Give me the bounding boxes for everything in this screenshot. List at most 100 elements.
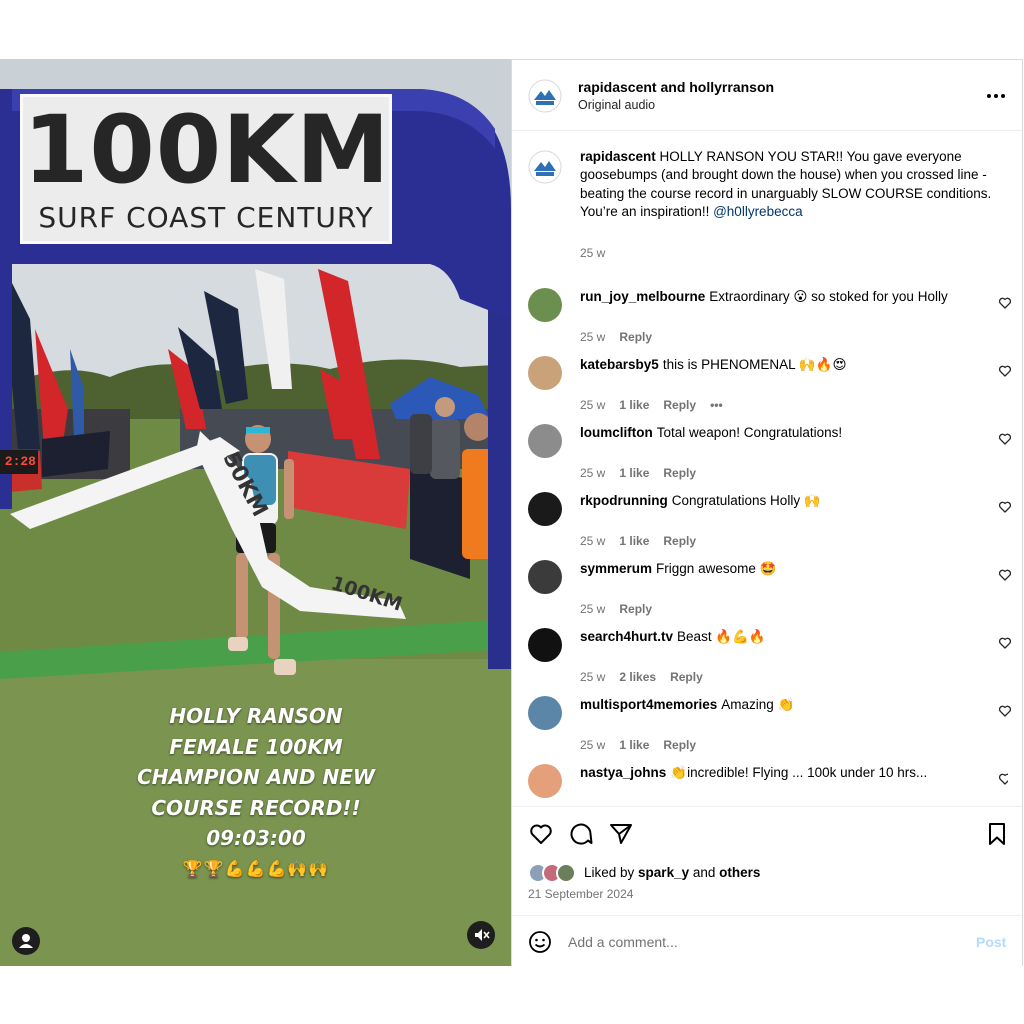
comment-icon	[570, 823, 593, 845]
author-avatar[interactable]	[528, 79, 562, 113]
post-media[interactable]: 100KM SURF COAST CENTURY 2:28 50KM 100KM…	[0, 59, 511, 966]
caption-avatar[interactable]	[528, 150, 562, 184]
comment-meta: 25 w Reply	[580, 330, 666, 344]
comment-likes[interactable]: 1 like	[619, 738, 649, 752]
comment-like-heart-icon[interactable]	[998, 704, 1012, 718]
comment-timestamp[interactable]: 25 w	[580, 602, 605, 616]
reply-button[interactable]: Reply	[619, 602, 652, 616]
comment-username[interactable]: nastya_johns	[580, 765, 666, 780]
post-comment-button[interactable]: Post	[976, 934, 1006, 950]
likes-prefix: Liked by	[584, 865, 639, 880]
comment-like-heart-icon[interactable]	[998, 500, 1012, 514]
comment-meta: 25 w 2 likes Reply	[580, 670, 717, 684]
video-caption-overlay: HOLLY RANSON FEMALE 100KM CHAMPION AND N…	[100, 701, 412, 884]
caption-mention[interactable]: @h0llyrebecca	[713, 204, 803, 219]
caption-timestamp[interactable]: 25 w	[580, 246, 605, 260]
comment-like-heart-icon[interactable]	[998, 636, 1012, 650]
comment-row: nastya_johns 👏incredible! Flying ... 100k…	[528, 764, 1008, 798]
likes-user[interactable]: spark_y	[638, 865, 689, 880]
comment-body: this is PHENOMENAL 🙌🔥😍	[662, 357, 847, 372]
comment-timestamp[interactable]: 25 w	[580, 330, 605, 344]
overlay-line: 09:03:00	[206, 826, 306, 850]
tagged-users-button[interactable]	[12, 927, 40, 955]
post-sidebar: rapidascent and hollyrranson Original au…	[511, 59, 1023, 966]
likes-middle: and	[689, 865, 720, 880]
post-date[interactable]: 21 September 2024	[528, 887, 633, 901]
mute-button[interactable]	[467, 921, 495, 949]
rapid-ascent-logo	[528, 150, 562, 184]
add-comment-bar: Post	[512, 915, 1022, 967]
emoji-button[interactable]	[528, 930, 552, 954]
comment-timestamp[interactable]: 25 w	[580, 738, 605, 752]
comment-username[interactable]: loumclifton	[580, 425, 653, 440]
comment-like-heart-icon[interactable]	[998, 432, 1012, 446]
more-options-button[interactable]	[984, 86, 1008, 106]
caption-body-2: You’re an inspiration!!	[580, 203, 714, 219]
comment-timestamp[interactable]: 25 w	[580, 670, 605, 684]
comment-like-heart-icon[interactable]	[998, 772, 1008, 786]
comment-likes[interactable]: 1 like	[619, 534, 649, 548]
share-button[interactable]	[608, 821, 634, 847]
comment-meta: 25 w Reply	[580, 602, 666, 616]
comment-text: run_joy_melbourne Extraordinary 😮 so stok…	[580, 288, 980, 307]
audio-link[interactable]: Original audio	[578, 98, 655, 112]
post-authors[interactable]: rapidascent and hollyrranson	[578, 79, 774, 95]
comment-row: loumclifton Total weapon! Congratulations…	[528, 424, 1012, 484]
comment-body: Total weapon! Congratulations!	[656, 425, 843, 440]
comment-timestamp[interactable]: 25 w	[580, 466, 605, 480]
comment-text: loumclifton Total weapon! Congratulations…	[580, 424, 980, 443]
likes-text: Liked by spark_y and others	[584, 865, 760, 880]
race-clock: 2:28	[0, 450, 38, 474]
comment-username[interactable]: katebarsby5	[580, 357, 659, 372]
commenter-avatar[interactable]	[528, 492, 562, 526]
likes-others[interactable]: others	[719, 865, 760, 880]
comment-username[interactable]: run_joy_melbourne	[580, 289, 705, 304]
caption-username[interactable]: rapidascent	[580, 149, 656, 164]
comment-timestamp[interactable]: 25 w	[580, 534, 605, 548]
comment-body: Extraordinary 😮 so stoked for you Holly	[709, 289, 948, 304]
comment-like-heart-icon[interactable]	[998, 568, 1012, 582]
avatar	[556, 863, 576, 883]
comment-likes[interactable]: 2 likes	[619, 670, 656, 684]
overlay-emoji: 🏆🏆💪💪💪🙌🙌	[182, 858, 330, 878]
share-icon	[610, 824, 632, 844]
reply-button[interactable]: Reply	[663, 466, 696, 480]
commenter-avatar[interactable]	[528, 560, 562, 594]
comment-body: Friggn awesome 🤩	[656, 561, 777, 576]
reply-button[interactable]: Reply	[663, 534, 696, 548]
comment-timestamp[interactable]: 25 w	[580, 398, 605, 412]
commenter-avatar[interactable]	[528, 424, 562, 458]
comment-username[interactable]: multisport4memories	[580, 697, 717, 712]
commenter-avatar[interactable]	[528, 356, 562, 390]
reply-button[interactable]: Reply	[663, 398, 696, 412]
like-button[interactable]	[528, 821, 554, 847]
liked-by-avatars	[528, 863, 580, 883]
save-button[interactable]	[984, 821, 1010, 847]
commenter-avatar[interactable]	[528, 288, 562, 322]
overlay-line: HOLLY RANSON	[169, 704, 343, 728]
comment-likes[interactable]: 1 like	[619, 466, 649, 480]
comment-button[interactable]	[568, 821, 594, 847]
comment-like-heart-icon[interactable]	[998, 364, 1012, 378]
reply-button[interactable]: Reply	[619, 330, 652, 344]
comment-row: katebarsby5 this is PHENOMENAL 🙌🔥😍 25 w 1 l…	[528, 356, 1012, 416]
comment-meta: 25 w 1 like Reply	[580, 466, 710, 480]
heart-icon	[530, 824, 552, 844]
comment-like-heart-icon[interactable]	[998, 296, 1012, 310]
smiley-icon	[529, 931, 551, 953]
comment-username[interactable]: rkpodrunning	[580, 493, 668, 508]
comment-input[interactable]	[568, 930, 948, 954]
comment-more-button[interactable]: •••	[710, 398, 723, 412]
post-actions: Liked by spark_y and others 21 September…	[512, 806, 1022, 966]
commenter-avatar[interactable]	[528, 696, 562, 730]
comment-row: symmerum Friggn awesome 🤩 25 w Reply	[528, 560, 1012, 620]
post-header: rapidascent and hollyrranson Original au…	[512, 60, 1022, 131]
comment-likes[interactable]: 1 like	[619, 398, 649, 412]
reply-button[interactable]: Reply	[663, 738, 696, 752]
commenter-avatar[interactable]	[528, 628, 562, 662]
reply-button[interactable]: Reply	[670, 670, 703, 684]
comment-username[interactable]: search4hurt.tv	[580, 629, 673, 644]
comment-body: Beast 🔥💪🔥	[677, 629, 766, 644]
commenter-avatar[interactable]	[528, 764, 562, 798]
comment-username[interactable]: symmerum	[580, 561, 652, 576]
